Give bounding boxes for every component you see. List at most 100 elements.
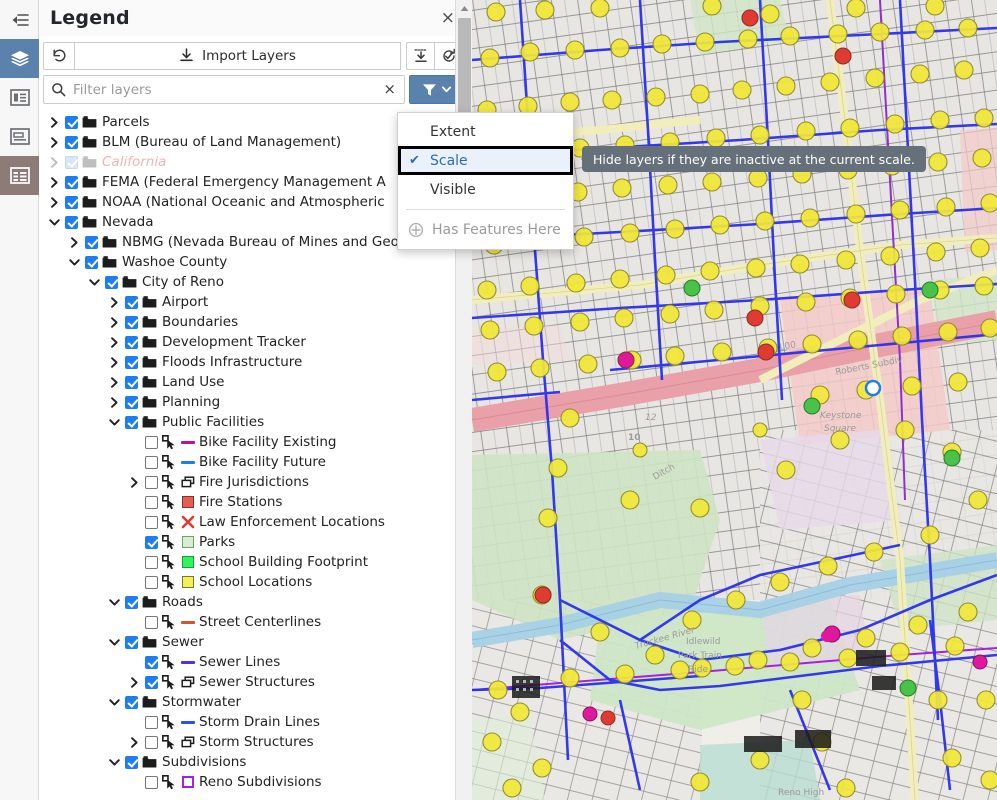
chevron-right-icon[interactable] [47, 196, 62, 209]
chevron-down-icon[interactable] [107, 636, 122, 649]
fill-symbol [181, 536, 194, 548]
layer-visibility-checkbox[interactable] [125, 375, 138, 389]
layer-visibility-checkbox[interactable] [125, 755, 138, 769]
layer-tree-row[interactable]: Public Facilities [39, 412, 471, 432]
layer-tree-row[interactable]: Storm Drain Lines [39, 712, 471, 732]
chevron-right-icon[interactable] [47, 116, 62, 129]
layer-visibility-checkbox[interactable] [65, 215, 78, 229]
layer-tree-row[interactable]: Subdivisions [39, 752, 471, 772]
chevron-right-icon[interactable] [107, 296, 122, 309]
layer-tree-row[interactable]: Floods Infrastructure [39, 352, 471, 372]
layer-tree-row[interactable]: Airport [39, 292, 471, 312]
layer-tree-row[interactable]: Fire Stations [39, 492, 471, 512]
chevron-right-icon[interactable] [127, 476, 142, 489]
chevron-down-icon[interactable] [107, 756, 122, 769]
chevron-right-icon[interactable] [107, 336, 122, 349]
reset-icon[interactable] [43, 41, 75, 70]
search-input[interactable] [66, 81, 382, 98]
layer-visibility-checkbox[interactable] [145, 675, 158, 689]
layer-tree-row[interactable]: Storm Structures [39, 732, 471, 752]
details-icon[interactable] [0, 117, 39, 156]
chevron-right-icon[interactable] [127, 736, 142, 749]
layer-tree-row[interactable]: Roads [39, 592, 471, 612]
menu-item-visible[interactable]: Visible [398, 175, 573, 204]
chevron-right-icon[interactable] [107, 396, 122, 409]
table-icon[interactable] [0, 156, 39, 195]
chevron-down-icon[interactable] [67, 256, 82, 269]
layer-tree-row[interactable]: Sewer Structures [39, 672, 471, 692]
layer-visibility-checkbox[interactable] [125, 635, 138, 649]
layer-tree-row[interactable]: Law Enforcement Locations [39, 512, 471, 532]
layer-visibility-checkbox[interactable] [145, 575, 158, 589]
layer-tree-row[interactable]: Sewer Lines [39, 652, 471, 672]
layer-visibility-checkbox[interactable] [65, 115, 78, 129]
chevron-down-icon[interactable] [107, 596, 122, 609]
menu-item-scale[interactable]: ✔ Scale [398, 146, 573, 175]
layer-visibility-checkbox[interactable] [125, 315, 138, 329]
layer-tree-row[interactable]: Sewer [39, 632, 471, 652]
layer-label: Sewer Lines [199, 654, 281, 670]
collapse-all-icon[interactable] [406, 41, 435, 70]
layer-visibility-checkbox[interactable] [145, 535, 158, 549]
layer-visibility-checkbox[interactable] [65, 195, 78, 209]
chevron-right-icon[interactable] [47, 136, 62, 149]
chevron-right-icon[interactable] [107, 316, 122, 329]
layer-visibility-checkbox[interactable] [145, 655, 158, 669]
layer-visibility-checkbox[interactable] [145, 435, 158, 449]
layer-tree-row[interactable]: Street Centerlines [39, 612, 471, 632]
scroll-up-icon[interactable] [456, 0, 472, 17]
layer-visibility-checkbox[interactable] [65, 135, 78, 149]
layer-tree-row[interactable]: Reno Subdivisions [39, 772, 471, 792]
layer-visibility-checkbox[interactable] [125, 335, 138, 349]
layer-tree-row[interactable]: Bike Facility Existing [39, 432, 471, 452]
chevron-right-icon[interactable] [47, 176, 62, 189]
layer-visibility-checkbox[interactable] [125, 595, 138, 609]
layer-tree-row[interactable]: Stormwater [39, 692, 471, 712]
chevron-down-icon[interactable] [107, 416, 122, 429]
legend-icon[interactable] [0, 78, 39, 117]
layer-tree-row[interactable]: Planning [39, 392, 471, 412]
layer-visibility-checkbox[interactable] [125, 415, 138, 429]
layer-visibility-checkbox[interactable] [85, 255, 98, 269]
search-field-wrapper[interactable]: × [43, 75, 405, 104]
layer-visibility-checkbox[interactable] [85, 235, 98, 249]
chevron-right-icon[interactable] [67, 236, 82, 249]
chevron-right-icon[interactable] [107, 376, 122, 389]
layer-tree-row[interactable]: Bike Facility Future [39, 452, 471, 472]
chevron-right-icon[interactable] [127, 676, 142, 689]
layer-tree-row[interactable]: Land Use [39, 372, 471, 392]
chevron-down-icon[interactable] [47, 216, 62, 229]
import-layers-button[interactable]: Import Layers [74, 41, 401, 70]
layer-tree-row[interactable]: City of Reno [39, 272, 471, 292]
chevron-down-icon[interactable] [87, 276, 102, 289]
layer-visibility-checkbox[interactable] [125, 295, 138, 309]
layer-visibility-checkbox[interactable] [105, 275, 118, 289]
layer-visibility-checkbox[interactable] [125, 355, 138, 369]
layer-visibility-checkbox[interactable] [65, 175, 78, 189]
layer-tree-row[interactable]: School Building Footprint [39, 552, 471, 572]
layer-visibility-checkbox[interactable] [125, 695, 138, 709]
layer-visibility-checkbox[interactable] [145, 775, 158, 789]
clear-search-icon[interactable]: × [381, 82, 398, 97]
layer-visibility-checkbox[interactable] [145, 735, 158, 749]
layer-visibility-checkbox[interactable] [145, 615, 158, 629]
layer-visibility-checkbox[interactable] [145, 495, 158, 509]
collapse-panel-icon[interactable] [0, 0, 39, 39]
layers-icon[interactable] [0, 39, 39, 78]
chevron-right-icon[interactable] [47, 156, 62, 169]
layer-tree-row[interactable]: Development Tracker [39, 332, 471, 352]
layer-tree-row[interactable]: Boundaries [39, 312, 471, 332]
layer-visibility-checkbox[interactable] [145, 515, 158, 529]
chevron-down-icon[interactable] [107, 696, 122, 709]
layer-visibility-checkbox[interactable] [145, 715, 158, 729]
menu-item-extent[interactable]: Extent [398, 117, 573, 146]
layer-tree-row[interactable]: Fire Jurisdictions [39, 472, 471, 492]
layer-tree-row[interactable]: School Locations [39, 572, 471, 592]
layer-visibility-checkbox[interactable] [145, 555, 158, 569]
layer-tree-row[interactable]: Parks [39, 532, 471, 552]
chevron-right-icon[interactable] [107, 356, 122, 369]
layer-visibility-checkbox[interactable] [125, 395, 138, 409]
layer-tree-row[interactable]: Washoe County [39, 252, 471, 272]
layer-visibility-checkbox[interactable] [145, 475, 158, 489]
layer-visibility-checkbox[interactable] [145, 455, 158, 469]
